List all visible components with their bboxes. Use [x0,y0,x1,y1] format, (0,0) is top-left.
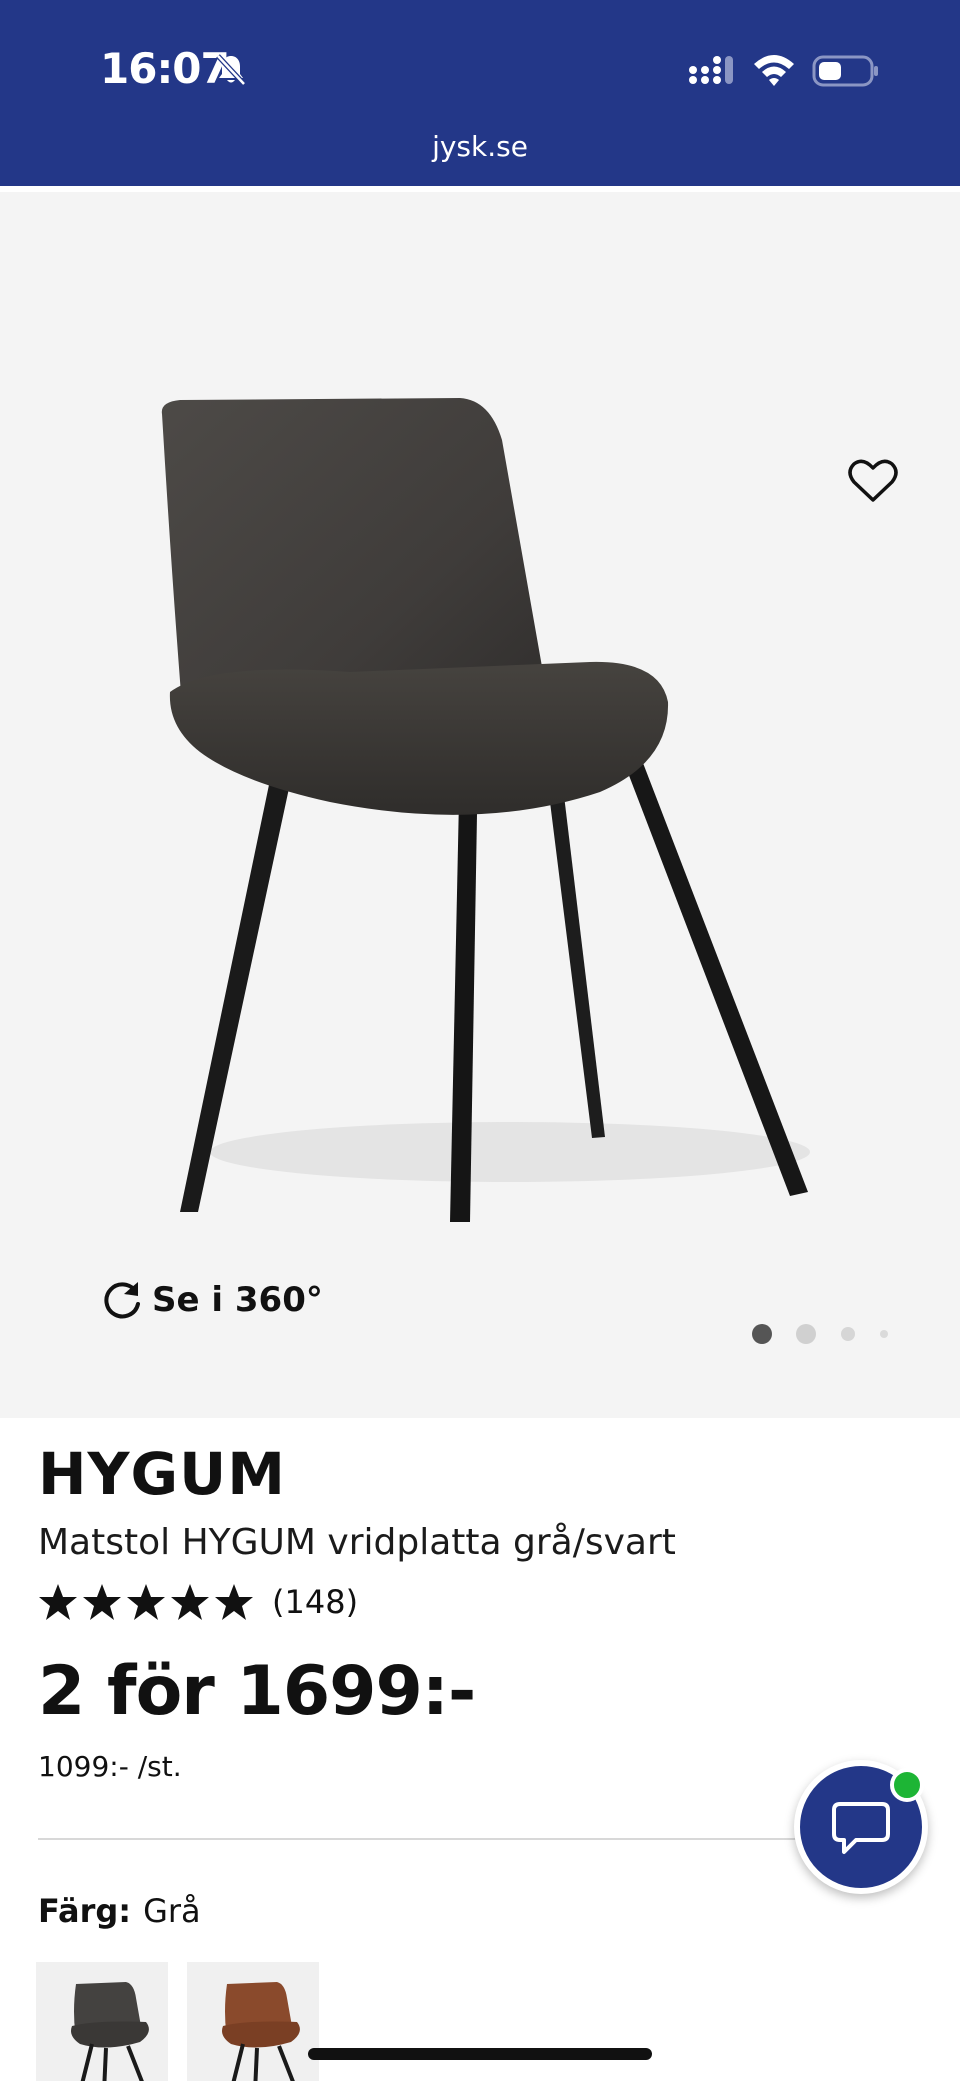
battery-icon [812,55,878,87]
grey-chair-thumbnail [71,1982,149,2081]
signal-icon [689,56,733,84]
star-icon [39,1584,77,1620]
pagination-dot[interactable] [880,1330,888,1338]
product-image [161,398,810,1222]
review-count[interactable]: (148) [272,1583,358,1621]
brown-chair-thumbnail [222,1982,300,2081]
product-rating[interactable]: (148) [38,1582,358,1622]
pagination-dot-active[interactable] [752,1324,772,1344]
home-indicator[interactable] [308,2048,652,2060]
address-bar-url[interactable]: jysk.se [0,130,960,163]
view-360-button[interactable]: Se i 360° [100,1278,323,1322]
star-icon [171,1584,209,1620]
bell-slash-icon [216,54,246,86]
product-title: Matstol HYGUM vridplatta grå/svart [38,1522,676,1563]
color-swatch-grey[interactable] [36,1962,168,2081]
browser-top-bar: 16:07 jysk.se [0,0,960,186]
color-value: Grå [143,1892,201,1930]
product-image-gallery[interactable]: Se i 360° [0,192,960,1418]
color-swatch-brown[interactable] [187,1962,319,2081]
pagination-dot[interactable] [796,1324,816,1344]
pagination-dot[interactable] [841,1327,855,1341]
rotate-360-icon [104,1282,140,1319]
wifi-icon [754,55,794,86]
color-label: Färg: [38,1892,132,1930]
product-price: 2 för 1699:- [38,1652,476,1731]
chat-icon [832,1802,890,1854]
section-divider [38,1838,922,1840]
star-icon [127,1584,165,1620]
unit-price: 1099:- /st. [38,1750,182,1783]
product-brand: HYGUM [38,1440,286,1508]
status-time: 16:07 [100,44,230,93]
online-status-badge [890,1768,924,1802]
star-icon [83,1584,121,1620]
color-selector-label: Färg: Grå [38,1892,201,1930]
view-360-label: Se i 360° [152,1280,323,1320]
star-icon [215,1584,253,1620]
favorite-heart-icon[interactable] [848,458,898,504]
